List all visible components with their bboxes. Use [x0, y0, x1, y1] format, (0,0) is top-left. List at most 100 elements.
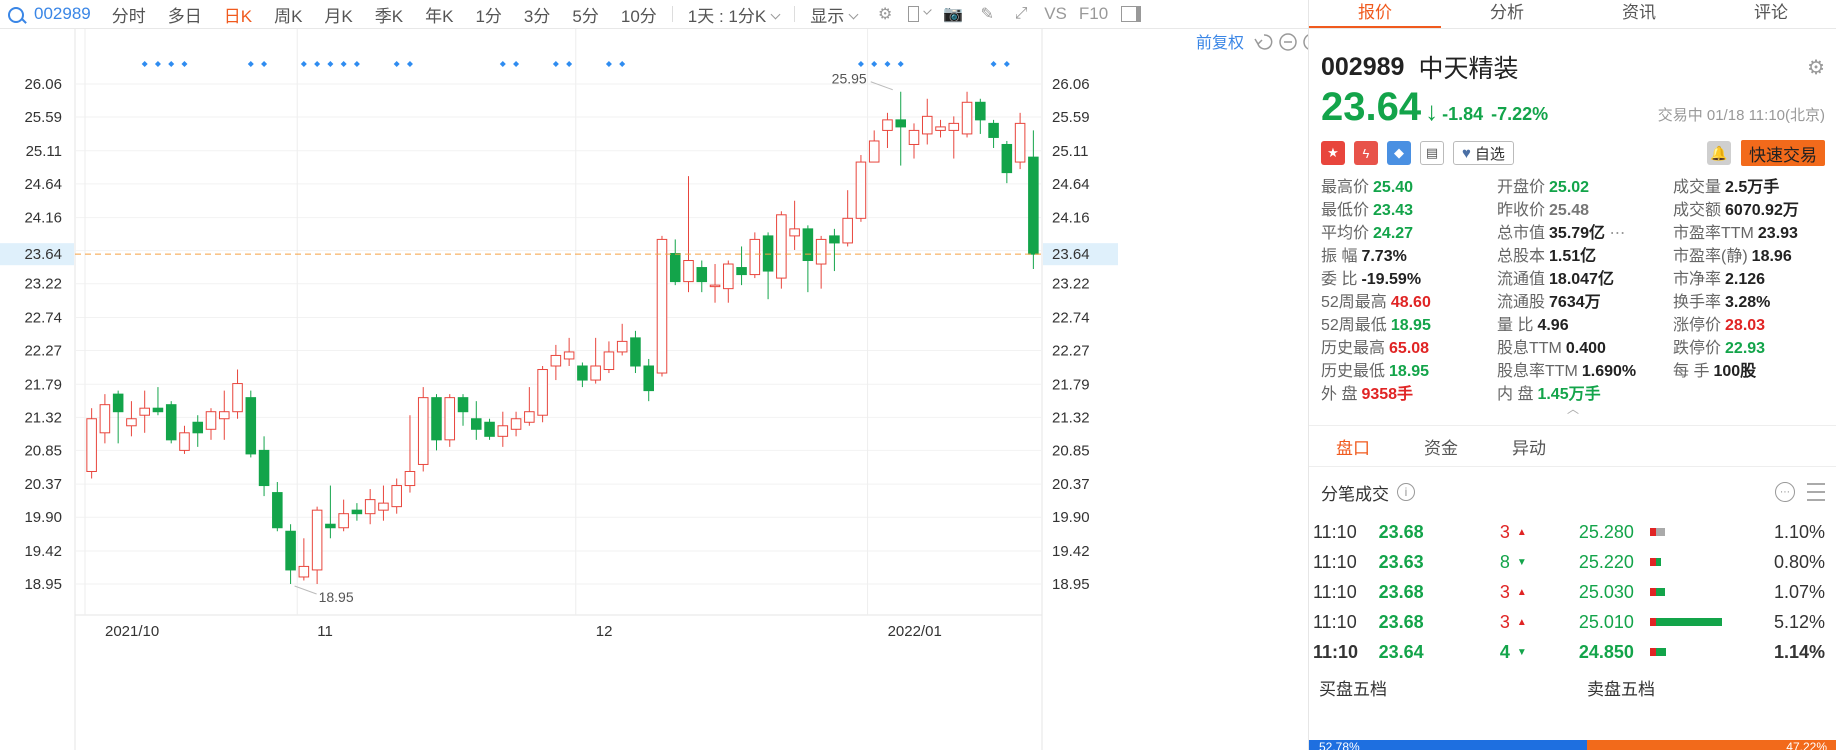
arrow-down-icon: ▼	[1516, 646, 1527, 658]
collapse-icon[interactable]: ︿	[1321, 403, 1825, 417]
stat-label: 外 盘	[1321, 386, 1358, 403]
candle-body	[563, 351, 575, 360]
candle-body	[616, 340, 628, 353]
stat-value: 4.96	[1537, 317, 1569, 334]
zoom-out-icon[interactable]	[1279, 33, 1297, 51]
price-tick-right: 21.32	[1052, 409, 1090, 426]
candle-body	[99, 404, 111, 434]
price-tick-left: 20.37	[24, 476, 62, 493]
candle-body	[590, 365, 601, 381]
checkbox-icon[interactable]	[908, 4, 932, 24]
candle-body	[245, 397, 257, 455]
tick-volume: 3	[1499, 611, 1510, 632]
candle-body	[749, 238, 761, 276]
arrow-up-icon: ▲	[1516, 616, 1527, 628]
stat-value: 7634万	[1549, 294, 1601, 311]
period-10[interactable]: 10分	[610, 2, 668, 27]
period-2[interactable]: 日K	[213, 2, 263, 27]
signal-diamond	[168, 61, 175, 67]
add-watchlist-button[interactable]: ♥ 自选	[1453, 141, 1514, 165]
stat-item: 总市值 35.79亿 ⋯	[1497, 224, 1673, 244]
f10-button[interactable]: F10	[1079, 4, 1108, 24]
tab-pankou[interactable]: 盘口	[1309, 434, 1397, 459]
candle-body	[126, 418, 137, 427]
divider	[794, 6, 796, 22]
tick-avg: 25.030	[1578, 581, 1634, 602]
price-tick-right: 25.11	[1052, 143, 1088, 160]
period-3[interactable]: 周K	[263, 2, 313, 27]
tick-time: 11:10	[1313, 611, 1357, 632]
candle-body	[1001, 143, 1013, 174]
tab-funds[interactable]: 资金	[1397, 434, 1485, 459]
stat-value: -19.59%	[1361, 271, 1422, 288]
undo-icon[interactable]	[1254, 34, 1273, 50]
period-0[interactable]: 分时	[101, 2, 157, 27]
tab-comments[interactable]: 评论	[1705, 0, 1836, 28]
stat-item: 52周最低 18.95	[1321, 316, 1497, 336]
signal-diamond	[261, 61, 268, 67]
period-7[interactable]: 1分	[464, 2, 512, 27]
stat-label: 股息TTM	[1497, 340, 1562, 357]
period-6[interactable]: 年K	[414, 2, 464, 27]
list-icon[interactable]	[1807, 483, 1825, 501]
panel-toggle-icon[interactable]	[1120, 4, 1142, 24]
interval-select[interactable]: 1天 : 1分K	[677, 2, 790, 27]
stat-value: 18.95	[1390, 317, 1431, 334]
stock-search[interactable]: 002989	[0, 4, 101, 24]
candle-body	[656, 238, 668, 374]
stat-item: 量 比 4.96	[1497, 316, 1673, 336]
fullscreen-icon[interactable]: ⤢	[1010, 4, 1032, 24]
period-4[interactable]: 月K	[313, 2, 363, 27]
fuquan-button[interactable]: 前复权	[1196, 34, 1244, 52]
price-tick-right: 20.37	[1052, 476, 1090, 493]
signal-diamond	[141, 61, 148, 67]
stat-value: 2.126	[1725, 271, 1766, 288]
tab-anomaly[interactable]: 异动	[1485, 434, 1573, 459]
period-5[interactable]: 季K	[364, 2, 414, 27]
date-label: 11	[317, 623, 333, 640]
notebook-icon[interactable]: ▤	[1420, 141, 1444, 165]
info-icon[interactable]: i	[1397, 483, 1415, 501]
candle-body	[205, 411, 217, 430]
stat-item: 振 幅 7.73%	[1321, 247, 1497, 267]
stat-item: 委 比 -19.59%	[1321, 270, 1497, 290]
tick-pct: 0.80%	[1773, 551, 1825, 572]
more-icon[interactable]: ⋯	[1605, 225, 1626, 242]
gear-icon[interactable]: ⚙	[1807, 55, 1825, 80]
display-menu[interactable]: 显示	[799, 2, 868, 27]
period-1[interactable]: 多日	[157, 2, 213, 27]
lightning-icon[interactable]: ϟ	[1354, 141, 1378, 165]
candle-body	[1014, 122, 1026, 163]
stat-item: 开盘价 25.02	[1497, 178, 1673, 198]
stat-item: 成交量 2.5万手	[1673, 178, 1836, 198]
candlestick-chart[interactable]: 前复权 26.06 26.06 25.59 25.59 25.11 25.11 24.64 2…	[0, 29, 1321, 750]
tab-quote[interactable]: 报价	[1309, 0, 1441, 28]
stat-label: 流通值	[1497, 271, 1546, 288]
vs-button[interactable]: VS	[1044, 4, 1067, 24]
kline-chart[interactable]: 前复权 26.06 26.06 25.59 25.59 25.11 25.11 24.64 2…	[0, 29, 1321, 750]
current-price-label: 23.64	[1052, 246, 1090, 263]
stat-item: 市净率 2.126	[1673, 270, 1836, 290]
more-icon[interactable]: ⋯	[1775, 482, 1795, 502]
stat-label: 内 盘	[1497, 386, 1534, 403]
stat-item: 外 盘 9358手	[1321, 385, 1497, 405]
stat-value: 1.45万手	[1537, 386, 1601, 403]
fast-trade-button[interactable]: 快速交易	[1741, 140, 1825, 166]
tag-icon[interactable]: ◆	[1387, 141, 1411, 165]
tick-pct: 5.12%	[1773, 611, 1825, 632]
date-label: 12	[596, 623, 613, 640]
price-tick-left: 19.90	[24, 509, 62, 526]
camera-icon[interactable]: 📷	[942, 4, 964, 24]
heart-icon: ♥	[1462, 144, 1471, 162]
pencil-icon[interactable]: ✎	[976, 4, 998, 24]
signal-diamond	[990, 61, 997, 67]
candle-body	[829, 235, 840, 244]
stock-code-input[interactable]: 002989	[34, 4, 91, 23]
gear-icon[interactable]: ⚙	[874, 4, 896, 24]
bell-icon[interactable]: 🔔	[1707, 141, 1731, 165]
period-9[interactable]: 5分	[561, 2, 609, 27]
tab-analysis[interactable]: 分析	[1441, 0, 1573, 28]
period-8[interactable]: 3分	[513, 2, 561, 27]
tab-news[interactable]: 资讯	[1573, 0, 1705, 28]
stat-label: 成交额	[1673, 202, 1722, 219]
